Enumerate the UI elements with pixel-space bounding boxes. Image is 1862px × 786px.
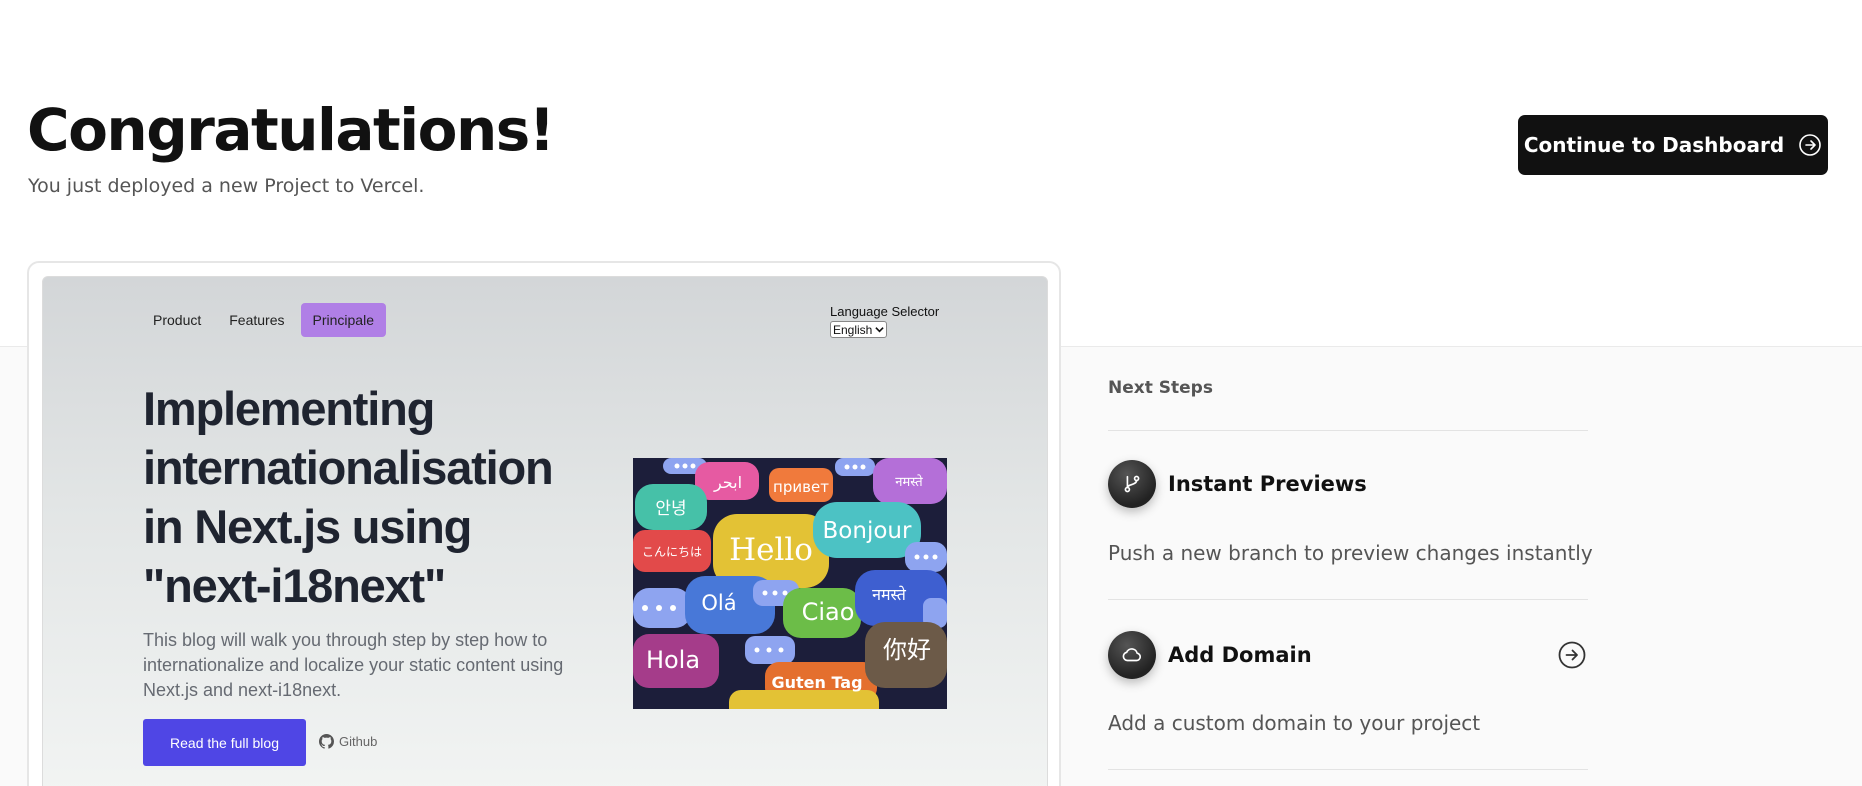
continue-to-dashboard-button[interactable]: Continue to Dashboard <box>1518 115 1828 175</box>
divider <box>1108 769 1588 770</box>
bubble-word-bonjour: Bonjour <box>823 518 912 544</box>
divider <box>1108 599 1588 600</box>
arrow-circle-right-icon <box>1799 134 1821 156</box>
preview-nav-product: Product <box>153 312 202 328</box>
bubble-word-namaste-top: नमस्ते <box>895 474 923 490</box>
bubble-word-hello: Hello <box>729 532 813 568</box>
add-domain-description: Add a custom domain to your project <box>1108 711 1481 735</box>
preview-nav: Product Features Principale <box>141 303 386 337</box>
language-select: English <box>830 321 888 338</box>
add-domain-title[interactable]: Add Domain <box>1168 643 1312 667</box>
github-link: Github <box>319 734 377 749</box>
bubble-word-hola: Hola <box>646 646 700 674</box>
instant-previews-icon-badge <box>1108 460 1156 508</box>
bubble-word-nihao: 你好 <box>883 636 931 664</box>
bubble-word-arabic: ابحر <box>713 473 742 493</box>
preview-screenshot: Product Features Principale Language Sel… <box>42 276 1048 786</box>
page-subtitle: You just deployed a new Project to Verce… <box>28 175 425 197</box>
preview-nav-principale: Principale <box>300 303 386 337</box>
instant-previews-title[interactable]: Instant Previews <box>1168 472 1367 496</box>
bubble-word-konnichiwa: こんにちは <box>642 545 702 559</box>
bubble-word-namaste: नमस्ते <box>872 585 907 604</box>
language-selector-label: Language Selector <box>830 304 940 319</box>
language-bubbles-image: ابحر привет नमस्ते 안녕 Bonjour こんにちは Hell… <box>633 458 947 709</box>
cloud-icon <box>1122 648 1142 662</box>
instant-previews-description: Push a new branch to preview changes ins… <box>1108 541 1593 565</box>
github-link-label: Github <box>339 734 378 749</box>
bubble-word-ciao: Ciao <box>802 598 855 626</box>
bubble-word-privet: привет <box>773 478 829 496</box>
divider <box>1108 430 1588 431</box>
chevron-down-icon <box>875 327 885 333</box>
preview-nav-features: Features <box>229 312 285 328</box>
github-icon <box>319 734 334 749</box>
continue-button-label: Continue to Dashboard <box>1523 133 1785 157</box>
bubble-word-annyeong: 안녕 <box>655 499 686 519</box>
next-steps-heading: Next Steps <box>1108 378 1213 398</box>
arrow-circle-right-icon[interactable] <box>1558 641 1586 669</box>
read-full-blog-button: Read the full blog <box>143 719 306 766</box>
preview-hero-title: Implementing internationalisation in Nex… <box>143 382 554 612</box>
deployment-preview[interactable]: Product Features Principale Language Sel… <box>27 261 1061 786</box>
bubble-word-ola: Olá <box>701 591 736 615</box>
language-select-value: English <box>833 322 873 337</box>
preview-hero-description: This blog will walk you through step by … <box>143 630 564 700</box>
add-domain-icon-badge <box>1108 631 1156 679</box>
bubble-word-guten-tag: Guten Tag <box>771 673 862 692</box>
git-branch-icon <box>1124 475 1140 493</box>
page-title: Congratulations! <box>27 96 555 164</box>
